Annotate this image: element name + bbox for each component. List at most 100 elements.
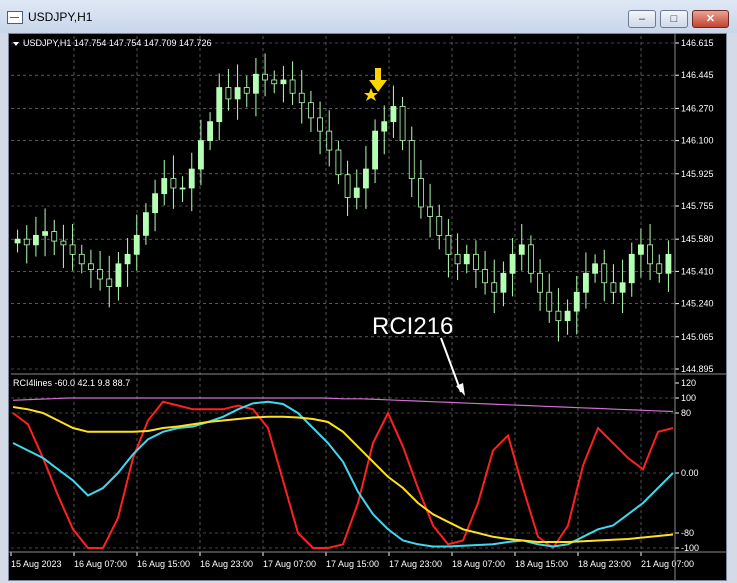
star-icon xyxy=(364,88,378,101)
price-tick-label: 145.240 xyxy=(681,299,714,309)
rci-short-line xyxy=(12,400,674,550)
candle-body xyxy=(124,253,131,265)
candle-body xyxy=(170,178,177,189)
candle-body xyxy=(317,117,324,132)
candle-body xyxy=(69,244,76,255)
candle-body xyxy=(344,174,351,198)
time-tick-label: 16 Aug 15:00 xyxy=(137,559,190,569)
candle-body xyxy=(60,240,67,246)
price-tick-label: 145.925 xyxy=(681,169,714,179)
candle-body xyxy=(307,102,314,119)
candle-body xyxy=(179,187,186,190)
chart-window[interactable]: 146.615 146.445 146.270 146.100 145.925 145.7… xyxy=(8,33,727,581)
price-tick-label: 144.895 xyxy=(681,364,714,374)
candle-body xyxy=(197,140,204,170)
candle-body xyxy=(326,130,333,151)
time-tick-label: 18 Aug 15:00 xyxy=(515,559,568,569)
time-tick-label: 15 Aug 2023 xyxy=(11,559,62,569)
candle-body xyxy=(656,263,663,274)
candles xyxy=(14,53,672,342)
price-tick-label: 145.065 xyxy=(681,332,714,342)
candle-body xyxy=(610,282,617,293)
candle-body xyxy=(399,106,406,142)
candle-body xyxy=(32,234,39,246)
candle-body xyxy=(408,140,415,179)
candle-body xyxy=(372,130,379,170)
maximize-button[interactable]: □ xyxy=(660,10,688,28)
candle-body xyxy=(42,231,49,236)
candle-body xyxy=(280,79,287,85)
candle-body xyxy=(243,87,250,94)
candle-body xyxy=(14,238,21,244)
candle-body xyxy=(647,244,654,265)
window-title: USDJPY,H1 xyxy=(28,10,93,24)
level-tick-label: 100 xyxy=(681,393,696,403)
candle-body xyxy=(546,291,553,312)
candle-body xyxy=(161,178,168,195)
close-button[interactable]: ✕ xyxy=(692,10,729,28)
candle-body xyxy=(335,149,342,176)
candle-body xyxy=(115,263,122,287)
annotation-label: RCI216 xyxy=(372,313,453,340)
time-tick-label: 18 Aug 07:00 xyxy=(452,559,505,569)
candle-body xyxy=(472,253,479,270)
candle-body xyxy=(289,79,296,94)
price-tick-label: 146.270 xyxy=(681,103,714,113)
candle-body xyxy=(628,253,635,284)
candle-body xyxy=(353,187,360,198)
rci-216-line xyxy=(12,397,674,413)
candle-body xyxy=(427,206,434,217)
rci-mid-line xyxy=(12,400,674,548)
candle-body xyxy=(491,282,498,293)
candle-body xyxy=(188,168,195,189)
candle-body xyxy=(381,121,388,132)
candle-body xyxy=(500,272,507,293)
time-tick-label: 17 Aug 07:00 xyxy=(263,559,316,569)
rci-long-line xyxy=(12,406,674,543)
candle-body xyxy=(23,238,30,246)
candle-body xyxy=(133,234,140,255)
level-tick-label: -80 xyxy=(681,528,694,538)
candle-body xyxy=(390,106,397,123)
candle-body xyxy=(207,121,214,142)
price-tick-label: 145.410 xyxy=(681,266,714,276)
price-tick-label: 146.100 xyxy=(681,136,714,146)
candle-body xyxy=(527,244,534,274)
candle-body xyxy=(362,168,369,189)
time-tick-label: 17 Aug 23:00 xyxy=(389,559,442,569)
candle-body xyxy=(637,244,644,255)
chart-window-icon xyxy=(7,11,23,24)
candle-body xyxy=(555,310,562,322)
candle-body xyxy=(106,278,113,287)
title-bar: USDJPY,H1 – □ ✕ xyxy=(0,0,737,33)
candle-body xyxy=(142,212,149,236)
time-tick-label: 18 Aug 23:00 xyxy=(578,559,631,569)
candle-body xyxy=(564,310,571,322)
price-tick-label: 145.580 xyxy=(681,234,714,244)
candle-body xyxy=(97,269,104,280)
candle-body xyxy=(78,253,85,265)
minimize-button[interactable]: – xyxy=(628,10,656,28)
time-tick-label: 17 Aug 15:00 xyxy=(326,559,379,569)
candle-body xyxy=(582,272,589,293)
candle-body xyxy=(592,263,599,274)
candle-body xyxy=(87,263,94,270)
candle-body xyxy=(518,244,525,255)
time-tick-label: 21 Aug 07:00 xyxy=(641,559,694,569)
candle-body xyxy=(417,178,424,208)
candle-body xyxy=(537,272,544,293)
candle-body xyxy=(463,253,470,265)
time-tick-label: 16 Aug 23:00 xyxy=(200,559,253,569)
down-arrow-icon xyxy=(369,68,387,92)
candle-body xyxy=(482,269,489,284)
indicator-label: RCI4lines -60.0 42.1 9.8 88.7 xyxy=(13,378,130,388)
candle-body xyxy=(234,87,241,100)
annotation-pointer xyxy=(440,337,462,393)
symbol-dropdown-icon[interactable] xyxy=(13,42,19,46)
price-tick-label: 145.755 xyxy=(681,201,714,211)
price-chart[interactable]: 146.615 146.445 146.270 146.100 145.925 145.7… xyxy=(9,34,726,580)
candle-body xyxy=(51,231,58,242)
candle-body xyxy=(216,87,223,123)
candle-body xyxy=(271,79,278,85)
candle-body xyxy=(298,92,305,104)
